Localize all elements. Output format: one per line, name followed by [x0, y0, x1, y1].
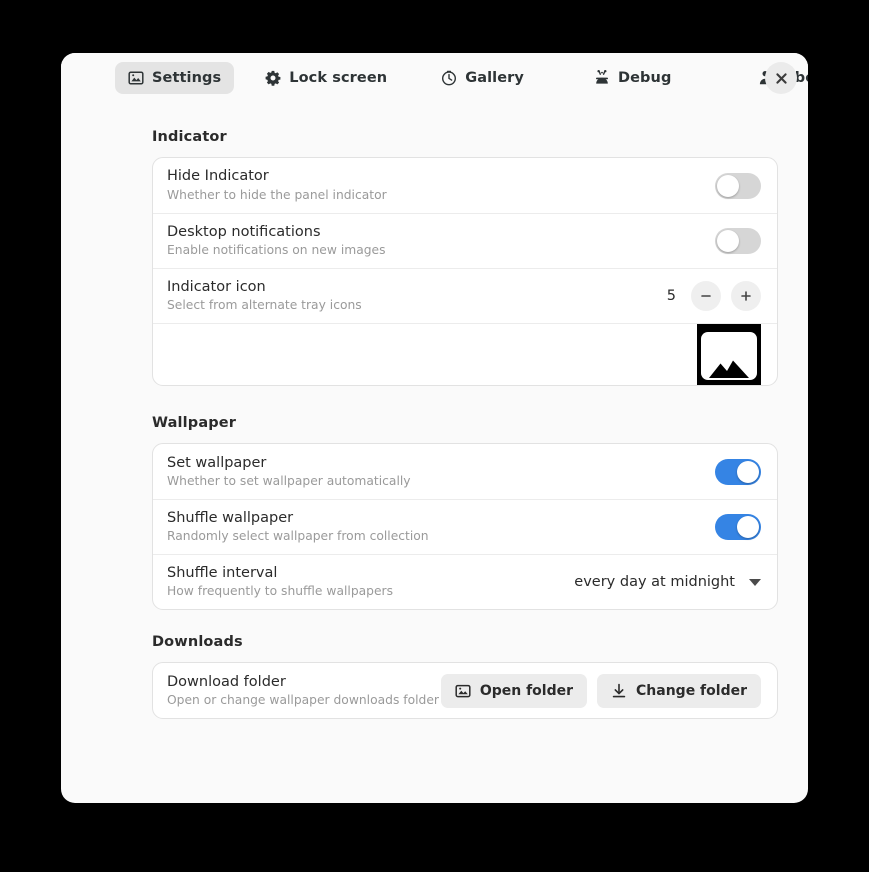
row-text: Download folder Open or change wallpaper…: [167, 673, 441, 709]
wallpaper-card: Set wallpaper Whether to set wallpaper a…: [152, 443, 778, 611]
gear-icon: [265, 70, 281, 86]
tab-list: Settings Lock screen Gallery Debug: [115, 62, 808, 94]
chevron-down-icon: [749, 578, 761, 586]
toggle-knob: [737, 516, 759, 539]
mountain-picture-icon: [701, 331, 757, 380]
settings-content: Indicator Hide Indicator Whether to hide…: [61, 103, 808, 720]
row-shuffle-interval: Shuffle interval How frequently to shuff…: [153, 554, 777, 609]
toggle-knob: [717, 230, 739, 253]
row-text: Shuffle wallpaper Randomly select wallpa…: [167, 509, 715, 545]
download-icon: [611, 683, 627, 699]
row-title: Set wallpaper: [167, 454, 267, 471]
plus-icon: [739, 289, 753, 303]
change-folder-button[interactable]: Change folder: [597, 673, 761, 708]
toggle-knob: [717, 174, 739, 197]
downloads-section-title: Downloads: [152, 634, 243, 651]
hide-indicator-toggle[interactable]: [715, 172, 761, 199]
row-controls: 5: [662, 281, 761, 312]
tab-debug-label: Debug: [617, 70, 672, 86]
tab-lock-screen-label: Lock screen: [289, 70, 388, 86]
row-text: Set wallpaper Whether to set wallpaper a…: [167, 454, 715, 490]
row-title: Desktop notifications: [167, 224, 321, 240]
tab-lock-screen[interactable]: Lock screen: [252, 62, 400, 94]
close-icon: [775, 72, 788, 85]
shuffle-interval-value: every day at midnight: [574, 574, 735, 591]
row-subtitle: Select from alternate tray icons: [167, 298, 362, 313]
set-wallpaper-toggle[interactable]: [715, 458, 761, 485]
row-controls: [715, 514, 761, 541]
row-controls: [715, 172, 761, 199]
row-controls: [715, 228, 761, 255]
image-icon: [455, 683, 471, 699]
toggle-knob: [737, 460, 759, 483]
tab-gallery[interactable]: Gallery: [428, 62, 537, 94]
indicator-icon-preview[interactable]: [697, 323, 761, 386]
row-subtitle: How frequently to shuffle wallpapers: [167, 584, 394, 599]
row-indicator-icon: Indicator icon Select from alternate tra…: [153, 268, 777, 323]
row-title: Shuffle wallpaper: [167, 510, 294, 527]
row-text: Desktop notifications Enable notificatio…: [167, 223, 715, 259]
row-subtitle: Randomly select wallpaper from collectio…: [167, 529, 429, 544]
indicator-icon-value: 5: [666, 288, 676, 305]
shuffle-interval-dropdown[interactable]: every day at midnight: [574, 574, 761, 590]
image-icon: [128, 70, 144, 86]
indicator-section-title: Indicator: [152, 129, 227, 145]
row-title: Download folder: [167, 673, 286, 690]
desktop-background: Settings Lock screen Gallery Debug Indic…: [0, 0, 869, 872]
close-window-button[interactable]: [765, 62, 797, 94]
tab-settings-label: Settings: [152, 70, 222, 86]
row-title: Shuffle interval: [167, 565, 278, 582]
tab-gallery-label: Gallery: [465, 70, 524, 86]
shuffle-wallpaper-toggle[interactable]: [715, 514, 761, 541]
open-folder-label: Open folder: [479, 682, 574, 699]
indicator-card: Hide Indicator Whether to hide the panel…: [152, 157, 778, 387]
row-text: Indicator icon Select from alternate tra…: [167, 278, 662, 314]
clock-icon: [441, 70, 457, 86]
header-tab-bar: Settings Lock screen Gallery Debug: [61, 53, 808, 103]
row-text: Shuffle interval How frequently to shuff…: [167, 564, 574, 600]
preferences-window: Settings Lock screen Gallery Debug Indic…: [61, 53, 808, 803]
desktop-notifications-toggle[interactable]: [715, 228, 761, 255]
minus-icon: [699, 289, 713, 303]
row-indicator-icon-preview: [153, 323, 777, 386]
row-shuffle-wallpaper: Shuffle wallpaper Randomly select wallpa…: [153, 499, 777, 554]
row-title: Indicator icon: [167, 279, 266, 296]
downloads-card: Download folder Open or change wallpaper…: [152, 662, 778, 720]
row-controls: every day at midnight: [574, 574, 761, 590]
indicator-icon-decrement-button[interactable]: [691, 281, 721, 312]
row-hide-indicator: Hide Indicator Whether to hide the panel…: [153, 158, 777, 213]
wallpaper-section-title: Wallpaper: [152, 415, 237, 432]
row-controls: Open folder Change folder: [440, 673, 761, 708]
tab-debug[interactable]: Debug: [581, 62, 684, 94]
row-subtitle: Whether to hide the panel indicator: [167, 187, 387, 202]
row-controls: [715, 458, 761, 485]
open-folder-button[interactable]: Open folder: [440, 673, 588, 708]
row-text: Hide Indicator Whether to hide the panel…: [167, 167, 715, 203]
row-subtitle: Open or change wallpaper downloads folde…: [167, 693, 439, 707]
row-desktop-notifications: Desktop notifications Enable notificatio…: [153, 213, 777, 268]
bug-tools-icon: [594, 70, 610, 86]
row-title: Hide Indicator: [167, 168, 269, 185]
change-folder-label: Change folder: [636, 682, 747, 699]
row-subtitle: Whether to set wallpaper automatically: [167, 473, 411, 488]
row-subtitle: Enable notifications on new images: [167, 243, 386, 258]
row-download-folder: Download folder Open or change wallpaper…: [153, 663, 777, 718]
tab-settings[interactable]: Settings: [115, 62, 235, 94]
row-set-wallpaper: Set wallpaper Whether to set wallpaper a…: [153, 444, 777, 499]
indicator-icon-increment-button[interactable]: [731, 281, 761, 312]
